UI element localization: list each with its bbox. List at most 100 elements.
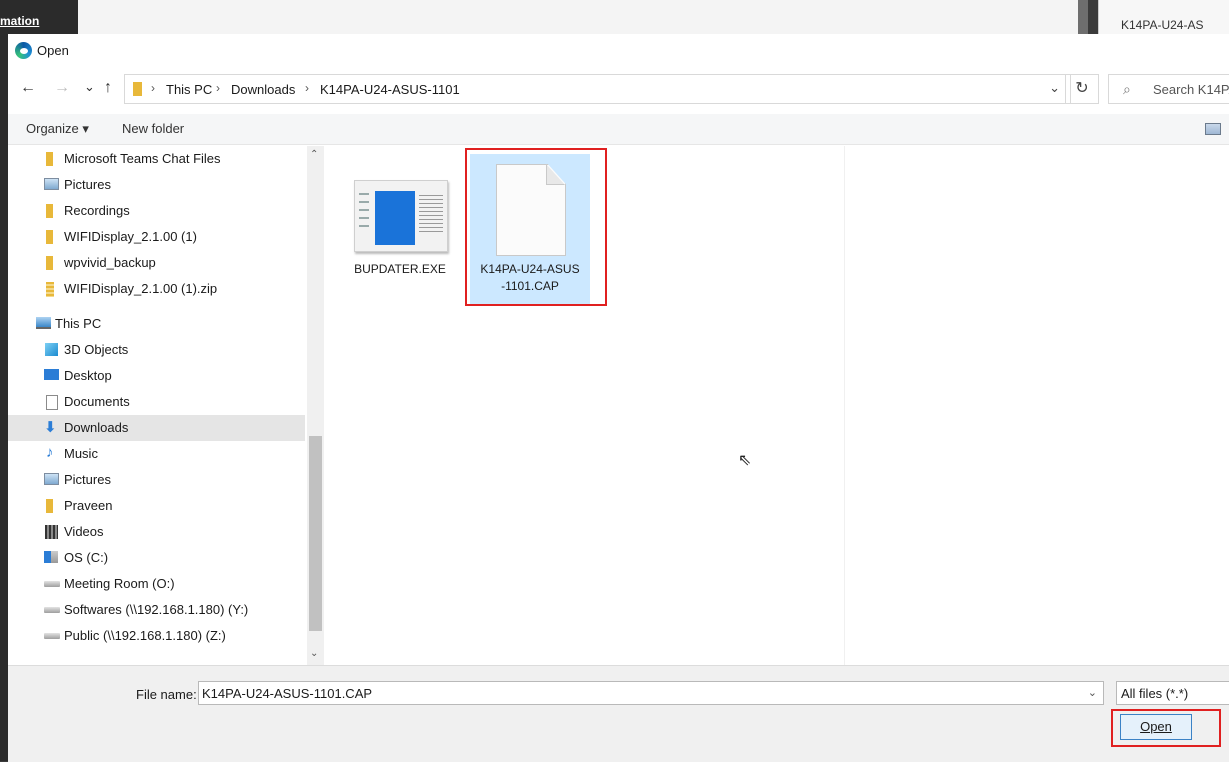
nav-item-label: WIFIDisplay_2.1.00 (1)	[64, 229, 197, 244]
nav-item-wpvivid-backup[interactable]: wpvivid_backup	[8, 250, 305, 276]
highlight-box	[465, 148, 607, 306]
network-drive-icon	[44, 581, 60, 587]
nav-item-label: Videos	[64, 524, 104, 539]
nav-item-label: OS (C:)	[64, 550, 109, 565]
nav-item-this-pc[interactable]: This PC	[8, 311, 305, 337]
breadcrumb-current-folder[interactable]: K14PA-U24-ASUS-1101	[320, 82, 460, 97]
file-type-value: All files (*.*)	[1121, 686, 1189, 701]
exe-thumbnail-icon	[354, 180, 448, 252]
background-file-name: K14PA-U24-AS	[1121, 18, 1204, 32]
file-name: BUPDATER.EXE	[354, 262, 446, 276]
title-bar: Open	[8, 34, 1229, 66]
chevron-down-icon[interactable]: ⌄	[310, 648, 318, 659]
chevron-down-icon[interactable]: ⌄	[1049, 80, 1060, 96]
search-placeholder: Search K14PA	[1153, 82, 1229, 97]
command-toolbar: Organize ▾ New folder	[8, 114, 1229, 145]
organize-button[interactable]: Organize ▾	[26, 121, 89, 137]
search-input[interactable]: ⌕ Search K14PA	[1108, 74, 1229, 104]
background-scrollbar	[1078, 0, 1088, 34]
nav-item-label: WIFIDisplay_2.1.00 (1).zip	[64, 281, 218, 296]
folder-icon	[46, 230, 53, 244]
nav-item-label: Music	[64, 446, 98, 461]
nav-scrollbar[interactable]: ⌃ ⌄	[307, 146, 324, 665]
new-folder-button[interactable]: New folder	[122, 121, 184, 136]
nav-item-label: Desktop	[64, 368, 112, 383]
nav-item-label: Recordings	[64, 203, 130, 218]
pictures-icon	[44, 178, 59, 190]
nav-item-label: wpvivid_backup	[64, 255, 156, 270]
download-arrow-icon: ⬇	[44, 419, 57, 436]
breadcrumb-this-pc[interactable]: This PC	[166, 82, 212, 97]
film-strip-icon	[45, 525, 58, 539]
chevron-up-icon[interactable]: ⌃	[310, 149, 318, 160]
bottom-panel: File name: K14PA-U24-ASUS-1101.CAP ⌄ All…	[8, 665, 1229, 762]
open-button[interactable]: Open	[1120, 714, 1192, 740]
file-list-area: BUPDATER.EXE K14PA-U24-ASUS -1101.CAP ⇖	[324, 146, 1229, 665]
nav-item-desktop[interactable]: Desktop	[8, 363, 305, 389]
nav-item-recordings[interactable]: Recordings	[8, 198, 305, 224]
nav-item-wifidisplay-zip[interactable]: WIFIDisplay_2.1.00 (1).zip	[8, 276, 305, 302]
up-arrow-icon[interactable]: ↑	[104, 80, 112, 96]
nav-item-label: Microsoft Teams Chat Files	[64, 151, 221, 166]
nav-item-downloads[interactable]: ⬇ Downloads	[8, 415, 305, 441]
nav-item-label: Pictures	[64, 177, 111, 192]
background-label: mation	[0, 14, 40, 28]
nav-item-praveen[interactable]: Praveen	[8, 493, 305, 519]
nav-item-meeting-room[interactable]: Meeting Room (O:)	[8, 571, 305, 597]
nav-item-pictures-2[interactable]: Pictures	[8, 467, 305, 493]
nav-item-os-drive[interactable]: OS (C:)	[8, 545, 305, 571]
nav-item-label: Downloads	[64, 420, 129, 435]
file-name-label: File name:	[136, 687, 197, 702]
background-window	[78, 0, 1078, 34]
nav-item-label: Public (\\192.168.1.180) (Z:)	[64, 628, 226, 643]
music-note-icon: ♪	[46, 444, 54, 461]
pictures-icon	[44, 473, 59, 485]
nav-item-label: Softwares (\\192.168.1.180) (Y:)	[64, 602, 249, 617]
nav-item-label: This PC	[55, 316, 102, 331]
computer-icon	[36, 317, 51, 329]
file-tile-bupdater[interactable]: BUPDATER.EXE	[340, 154, 460, 304]
nav-item-videos[interactable]: Videos	[8, 519, 305, 545]
forward-arrow-icon[interactable]: →	[54, 80, 70, 96]
folder-icon	[46, 256, 53, 270]
open-dialog: Open ← → ⌄ ↑ › This PC › Downloads › K14…	[8, 34, 1229, 762]
change-view-icon[interactable]	[1205, 123, 1221, 135]
nav-item-music[interactable]: ♪ Music	[8, 441, 305, 467]
dialog-title: Open	[37, 43, 69, 58]
breadcrumb-separator: ›	[305, 81, 309, 95]
folder-icon	[133, 82, 142, 96]
nav-item-3d-objects[interactable]: 3D Objects	[8, 337, 305, 363]
back-arrow-icon[interactable]: ←	[20, 80, 36, 96]
search-icon: ⌕	[1123, 81, 1131, 97]
nav-item-label: Meeting Room (O:)	[64, 576, 175, 591]
nav-item-pictures[interactable]: Pictures	[8, 172, 305, 198]
drive-icon	[44, 551, 58, 563]
breadcrumb-separator: ›	[216, 81, 220, 95]
mouse-cursor-icon: ⇖	[738, 452, 752, 469]
nav-item-documents[interactable]: Documents	[8, 389, 305, 415]
nav-item-label: Pictures	[64, 472, 111, 487]
file-name-value: K14PA-U24-ASUS-1101.CAP	[202, 686, 373, 701]
nav-item-softwares[interactable]: Softwares (\\192.168.1.180) (Y:)	[8, 597, 305, 623]
navigation-pane: Microsoft Teams Chat Files Pictures Reco…	[8, 146, 324, 665]
network-drive-icon	[44, 607, 60, 613]
desktop-icon	[44, 369, 59, 380]
nav-item-public[interactable]: Public (\\192.168.1.180) (Z:)	[8, 623, 305, 649]
column-divider	[844, 146, 845, 665]
background-file-panel: K14PA-U24-AS	[1098, 0, 1229, 34]
folder-icon	[46, 204, 53, 218]
nav-item-wifidisplay-folder[interactable]: WIFIDisplay_2.1.00 (1)	[8, 224, 305, 250]
scrollbar-thumb[interactable]	[309, 436, 322, 631]
address-bar[interactable]: › This PC › Downloads › K14PA-U24-ASUS-1…	[124, 74, 1071, 104]
chevron-down-icon[interactable]: ⌄	[1088, 686, 1097, 699]
network-drive-icon	[44, 633, 60, 639]
folder-icon	[46, 152, 53, 166]
file-type-select[interactable]: All files (*.*)	[1116, 681, 1229, 705]
breadcrumb-downloads[interactable]: Downloads	[231, 82, 295, 97]
file-name-input[interactable]: K14PA-U24-ASUS-1101.CAP ⌄	[198, 681, 1104, 705]
documents-icon	[46, 395, 58, 410]
nav-item-microsoft-teams-chat-files[interactable]: Microsoft Teams Chat Files	[8, 146, 305, 172]
folder-icon	[46, 499, 53, 513]
recent-locations-icon[interactable]: ⌄	[84, 79, 95, 95]
refresh-icon[interactable]: ↻	[1065, 74, 1099, 104]
